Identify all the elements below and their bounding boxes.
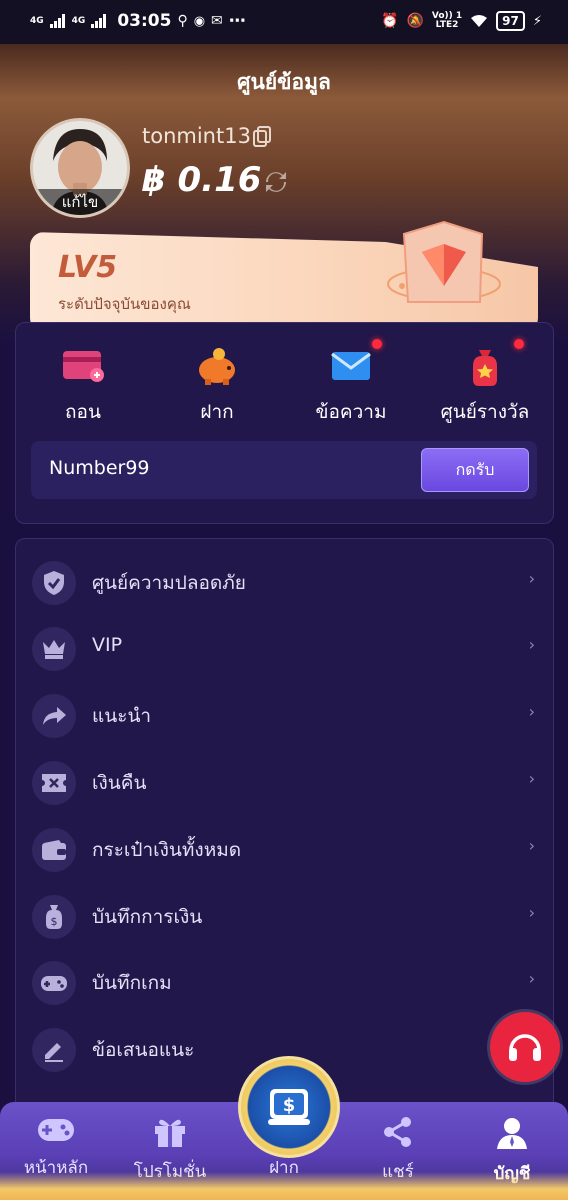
lte-label: LTE2 [435, 20, 459, 30]
username: tonmint13 [142, 124, 251, 148]
copy-icon[interactable] [252, 126, 272, 148]
menu-item-label: เงินคืน [92, 772, 147, 794]
status-bar: 4G 4G 03:05 ⚲ ◉ ✉ ⋯ ⏰ 🔕 Vo)) 1 LTE2 97 ⚡ [0, 0, 568, 44]
share-arrow-icon [32, 694, 76, 738]
page-title: ศูนย์ข้อมูล [237, 70, 331, 94]
signal-icon [91, 14, 107, 28]
menu-item-referral[interactable]: แนะนำ › [16, 682, 553, 748]
center-deposit-button[interactable]: $ [238, 1056, 340, 1158]
quick-action-label: ศูนย์รางวัล [440, 401, 530, 423]
menu-item-label: ข้อเสนอแนะ [92, 1039, 195, 1061]
clock: 03:05 [117, 11, 172, 31]
network-indicator-2: 4G [71, 15, 86, 26]
quick-action-deposit[interactable]: ฝาก [152, 343, 282, 427]
envelope-icon [331, 352, 371, 380]
reward-bag-icon [473, 350, 497, 386]
withdraw-card-icon [63, 351, 104, 382]
quick-actions-panel: ถอน ฝาก ข้อความ ศูนย์รางวัล Number99 กดร… [15, 322, 554, 524]
menu-item-security-center[interactable]: ศูนย์ความปลอดภัย › [16, 549, 553, 615]
menu-item-label: VIP [92, 634, 123, 656]
line-icon: ◉ [193, 13, 206, 29]
diamond-badge-icon [387, 220, 501, 303]
menu-item-label: บันทึกเกม [92, 972, 172, 994]
chevron-right-icon: › [528, 569, 535, 588]
menu-item-cashback[interactable]: เงินคืน › [16, 749, 553, 815]
balance: ฿ 0.16 [142, 160, 262, 200]
menu-item-financial-record[interactable]: $ บันทึกการเงิน › [16, 883, 553, 949]
share-icon [384, 1117, 411, 1147]
menu-item-label: ศูนย์ความปลอดภัย [92, 572, 246, 594]
battery-indicator: 97 [496, 11, 525, 31]
level-value: LV5 [58, 250, 118, 285]
quick-action-label: ฝาก [200, 401, 234, 423]
usb-icon: ⚲ [177, 13, 188, 29]
signal-icon [49, 14, 65, 28]
svg-text:$: $ [51, 915, 58, 928]
mail-icon: ✉ [211, 13, 223, 29]
piggy-bank-icon [199, 348, 235, 385]
menu-item-vip[interactable]: VIP › [16, 615, 553, 681]
quick-action-messages[interactable]: ข้อความ [286, 339, 416, 427]
menu-item-game-record[interactable]: บันทึกเกม › [16, 949, 553, 1015]
game-controller-icon [38, 1119, 74, 1141]
deposit-icon: $ [268, 1089, 310, 1125]
quick-action-withdraw[interactable]: ถอน [18, 343, 148, 427]
menu-item-label: กระเป๋าเงินทั้งหมด [92, 839, 242, 861]
gamepad-icon [32, 961, 76, 1005]
menu-item-wallets[interactable]: กระเป๋าเงินทั้งหมด › [16, 816, 553, 882]
account-menu: ศูนย์ความปลอดภัย › VIP › แนะนำ › เงินคืน… [15, 538, 554, 1140]
chevron-right-icon: › [528, 702, 535, 721]
volte-indicator: Vo)) 1 LTE2 [432, 12, 462, 30]
ticket-icon [32, 761, 76, 805]
chevron-right-icon: › [528, 635, 535, 654]
refresh-icon[interactable] [262, 168, 290, 196]
chevron-right-icon: › [528, 903, 535, 922]
pencil-icon [32, 1028, 76, 1072]
more-icon: ⋯ [228, 11, 246, 31]
notification-dot [372, 339, 382, 349]
chevron-right-icon: › [528, 969, 535, 988]
decorative-beach-strip [0, 1172, 568, 1200]
chevron-right-icon: › [528, 769, 535, 788]
quick-action-rewards[interactable]: ศูนย์รางวัล [420, 339, 550, 427]
menu-item-label: แนะนำ [92, 705, 152, 727]
claim-button[interactable]: กดรับ [421, 448, 529, 492]
headset-icon [509, 1034, 541, 1061]
money-bag-icon: $ [32, 895, 76, 939]
mute-icon: 🔕 [406, 13, 424, 29]
menu-item-label: บันทึกการเงิน [92, 906, 203, 928]
notification-dot [514, 339, 524, 349]
charging-icon: ⚡ [532, 13, 542, 29]
quick-action-label: ข้อความ [315, 401, 387, 423]
shield-check-icon [32, 561, 76, 605]
gift-icon [155, 1119, 185, 1147]
svg-text:$: $ [283, 1095, 296, 1116]
claim-row: Number99 กดรับ [31, 441, 537, 499]
customer-support-button[interactable] [490, 1012, 560, 1082]
wallet-icon [32, 828, 76, 872]
alarm-icon: ⏰ [381, 13, 399, 29]
chevron-right-icon: › [528, 836, 535, 855]
account-icon [497, 1118, 527, 1149]
crown-icon [32, 627, 76, 671]
level-description: ระดับปัจจุบันของคุณ [58, 295, 191, 313]
wifi-icon [471, 15, 488, 27]
network-indicator-1: 4G [30, 15, 44, 26]
avatar[interactable]: แก้ไข [30, 118, 130, 218]
quick-action-label: ถอน [65, 401, 101, 423]
edit-avatar-label[interactable]: แก้ไข [33, 189, 127, 215]
claim-name: Number99 [49, 457, 150, 479]
